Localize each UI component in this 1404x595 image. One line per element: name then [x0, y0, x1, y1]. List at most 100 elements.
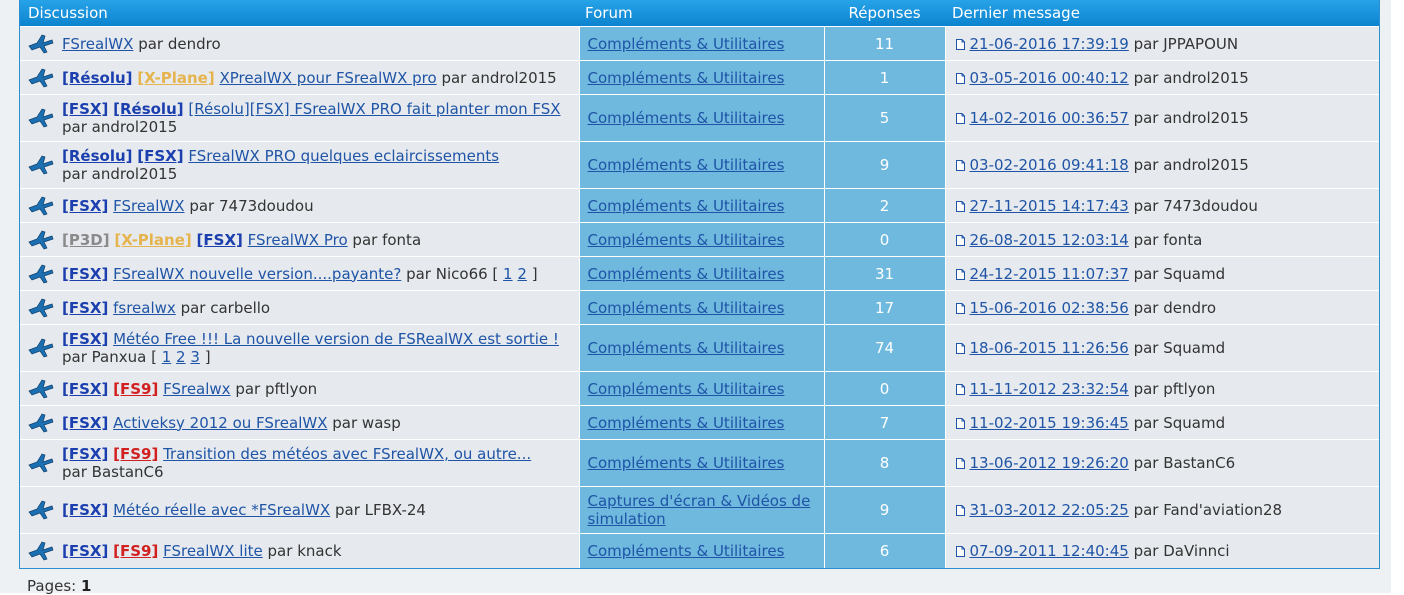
document-icon[interactable]: [955, 458, 965, 469]
topic-author: LFBX-24: [364, 501, 426, 519]
document-icon[interactable]: [955, 505, 965, 516]
topic-title-link[interactable]: FSrealWX: [113, 197, 184, 215]
last-message-author: par Squamd: [1133, 339, 1226, 357]
topic-container: [P3D] [X-Plane] [FSX] FSrealWX Pro par f…: [20, 230, 579, 250]
last-message-date-link[interactable]: 18-06-2015 11:26:56: [970, 339, 1129, 357]
topic-prefix-tag[interactable]: [FSX]: [62, 100, 108, 118]
forum-link[interactable]: Compléments & Utilitaires: [588, 414, 785, 432]
topic-title-link[interactable]: FSrealWX: [62, 35, 133, 53]
topic-title-link[interactable]: XPrealWX pour FSrealWX pro: [219, 69, 436, 87]
pagination: Pages: 1: [27, 577, 91, 595]
forum-link[interactable]: Compléments & Utilitaires: [588, 35, 785, 53]
forum-link[interactable]: Compléments & Utilitaires: [588, 197, 785, 215]
airplane-icon: [28, 155, 54, 175]
topic-container: FSrealWX par dendro: [20, 34, 579, 54]
forum-link[interactable]: Compléments & Utilitaires: [588, 109, 785, 127]
last-message-date-link[interactable]: 13-06-2012 19:26:20: [970, 454, 1129, 472]
topic-prefix-tag[interactable]: [X-Plane]: [114, 231, 191, 249]
topic-prefix-tag[interactable]: [FSX]: [137, 147, 183, 165]
topic-prefix-tag[interactable]: [FSX]: [62, 330, 108, 348]
last-message-date-link[interactable]: 21-06-2016 17:39:19: [970, 35, 1129, 53]
last-message-date-link[interactable]: 24-12-2015 11:07:37: [970, 265, 1129, 283]
document-icon[interactable]: [955, 38, 965, 50]
topic-title-link[interactable]: Transition des météos avec FSrealWX, ou …: [163, 445, 531, 463]
last-message-date-link[interactable]: 11-02-2015 19:36:45: [970, 414, 1129, 432]
last-message-date-link[interactable]: 15-06-2016 02:38:56: [970, 299, 1129, 317]
topic-title-link[interactable]: FSrealwx: [163, 380, 230, 398]
topic-title-link[interactable]: Activeksy 2012 ou FSrealWX: [113, 414, 327, 432]
topic-prefix-tag[interactable]: [FSX]: [62, 299, 108, 317]
topic-prefix-tag[interactable]: [FSX]: [62, 414, 108, 432]
topic-page-link[interactable]: 3: [190, 348, 200, 366]
topic-prefix-tag[interactable]: [FSX]: [62, 501, 108, 519]
topic-page-link[interactable]: 2: [517, 265, 527, 283]
topic-prefix-tag[interactable]: [X-Plane]: [137, 69, 214, 87]
topic-page-link[interactable]: 1: [503, 265, 513, 283]
topic-text: FSrealWX par dendro: [62, 35, 221, 53]
by-label: par: [62, 348, 87, 366]
topic-text: [Résolu] [FSX] FSrealWX PRO quelques ecl…: [62, 147, 499, 183]
topic-author: androl2015: [91, 118, 178, 136]
topic-prefix-tag[interactable]: [Résolu]: [113, 100, 184, 118]
airplane-icon: [28, 541, 54, 561]
topic-prefix-tag[interactable]: [FSX]: [62, 380, 108, 398]
topic-prefix-tag[interactable]: [FS9]: [113, 380, 158, 398]
last-message-date-link[interactable]: 31-03-2012 22:05:25: [970, 501, 1129, 519]
by-label: par: [189, 196, 215, 215]
last-message-date-link[interactable]: 07-09-2011 12:40:45: [970, 542, 1129, 560]
forum-link[interactable]: Compléments & Utilitaires: [588, 380, 785, 398]
forum-link[interactable]: Compléments & Utilitaires: [588, 156, 785, 174]
topic-prefix-tag[interactable]: [P3D]: [62, 231, 110, 249]
document-icon[interactable]: [955, 383, 965, 395]
forum-link[interactable]: Compléments & Utilitaires: [588, 231, 785, 249]
topic-prefix-tag[interactable]: [Résolu]: [62, 69, 133, 87]
topic-title-link[interactable]: Météo réelle avec *FSrealWX: [113, 501, 330, 519]
topic-page-link[interactable]: 2: [176, 348, 186, 366]
topic-title-link[interactable]: FSrealWX PRO quelques eclaircissements: [188, 147, 499, 165]
forum-link[interactable]: Captures d'écran & Vidéos de simulation: [588, 492, 811, 528]
last-message-date-link[interactable]: 11-11-2012 23:32:54: [970, 380, 1129, 398]
document-icon[interactable]: [955, 160, 965, 171]
topic-title-link[interactable]: [Résolu][FSX] FSrealWX PRO fait planter …: [188, 100, 560, 118]
table-row: [FSX] fsrealwx par carbello Compléments &…: [20, 290, 1379, 325]
topic-title-link[interactable]: fsrealwx: [113, 299, 176, 317]
topic-title-link[interactable]: Météo Free !!! La nouvelle version de FS…: [113, 330, 559, 348]
document-icon[interactable]: [955, 417, 965, 429]
forum-link[interactable]: Compléments & Utilitaires: [588, 69, 785, 87]
topic-author: fonta: [382, 230, 422, 249]
forum-link[interactable]: Compléments & Utilitaires: [588, 339, 785, 357]
topic-prefix-tag[interactable]: [FSX]: [197, 231, 243, 249]
document-icon[interactable]: [955, 234, 965, 246]
topic-title-link[interactable]: FSrealWX lite: [163, 542, 263, 560]
topic-prefix-tag[interactable]: [FSX]: [62, 445, 108, 463]
forum-link[interactable]: Compléments & Utilitaires: [588, 542, 785, 560]
document-icon[interactable]: [955, 200, 965, 212]
forum-link[interactable]: Compléments & Utilitaires: [588, 454, 785, 472]
document-icon[interactable]: [955, 343, 965, 354]
forum-cell: Compléments & Utilitaires: [578, 60, 824, 95]
forum-link[interactable]: Compléments & Utilitaires: [588, 265, 785, 283]
document-icon[interactable]: [955, 268, 965, 280]
document-icon[interactable]: [955, 302, 965, 314]
last-message-date-link[interactable]: 14-02-2016 00:36:57: [970, 109, 1129, 127]
document-icon[interactable]: [955, 545, 965, 557]
document-icon[interactable]: [955, 72, 965, 84]
topic-prefix-tag[interactable]: [FS9]: [113, 542, 158, 560]
topic-title-link[interactable]: FSrealWX Pro: [248, 231, 348, 249]
topic-prefix-tag[interactable]: [FSX]: [62, 197, 108, 215]
last-message-date-link[interactable]: 03-02-2016 09:41:18: [970, 156, 1129, 174]
topic-prefix-tag[interactable]: [FSX]: [62, 542, 108, 560]
last-message-author: par androl2015: [1133, 156, 1249, 174]
topic-prefix-tag[interactable]: [FSX]: [62, 265, 108, 283]
forum-cell: Compléments & Utilitaires: [578, 141, 824, 189]
last-message-date-link[interactable]: 27-11-2015 14:17:43: [970, 197, 1129, 215]
forum-link[interactable]: Compléments & Utilitaires: [588, 299, 785, 317]
topic-prefix-tag[interactable]: [Résolu]: [62, 147, 133, 165]
last-message-date-link[interactable]: 26-08-2015 12:03:14: [970, 231, 1129, 249]
document-icon[interactable]: [955, 113, 965, 124]
topic-title-link[interactable]: FSrealWX nouvelle version....payante?: [113, 265, 401, 283]
last-message-date-link[interactable]: 03-05-2016 00:40:12: [970, 69, 1129, 87]
forum-cell: Compléments & Utilitaires: [578, 256, 824, 291]
topic-page-link[interactable]: 1: [162, 348, 172, 366]
topic-prefix-tag[interactable]: [FS9]: [113, 445, 158, 463]
